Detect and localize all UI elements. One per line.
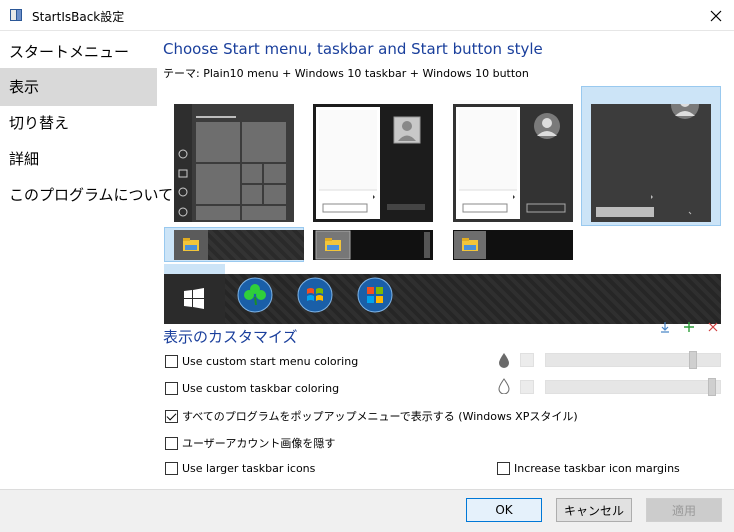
style-tools (659, 321, 719, 333)
clover-orb-start-button[interactable] (237, 277, 273, 313)
windows10-start-button[interactable] (164, 274, 225, 324)
larger-taskbar-icons-checkbox[interactable] (165, 462, 178, 475)
custom-taskbar-coloring-option[interactable]: Use custom taskbar coloring (165, 382, 339, 395)
folder-icon (315, 230, 351, 260)
sidebar-item-about[interactable]: このプログラムについて (0, 176, 173, 214)
custom-start-menu-coloring-label: Use custom start menu coloring (182, 355, 359, 368)
close-button[interactable] (698, 0, 734, 31)
show-desktop-button (424, 232, 430, 258)
custom-taskbar-coloring-checkbox[interactable] (165, 382, 178, 395)
custom-taskbar-coloring-label: Use custom taskbar coloring (182, 382, 340, 395)
taskbar-style-windows8[interactable] (453, 230, 573, 260)
app-icon (10, 9, 22, 21)
custom-start-menu-coloring-option[interactable]: Use custom start menu coloring (165, 355, 358, 368)
start-menu-style-plain8[interactable] (453, 104, 573, 222)
start-menu-style-plain10[interactable] (591, 104, 711, 222)
sidebar-item-start-menu[interactable]: スタートメニュー (0, 33, 157, 71)
window-title: StartIsBack設定 (32, 10, 125, 24)
increase-margins-label: Increase taskbar icon margins (514, 462, 680, 475)
add-icon[interactable] (683, 321, 695, 333)
taskbar-style-windows7[interactable] (313, 230, 433, 260)
apply-button[interactable]: 適用 (646, 498, 722, 522)
start-menu-style-windows7[interactable] (313, 104, 433, 222)
hide-user-picture-checkbox[interactable] (165, 436, 178, 450)
custom-start-menu-coloring-checkbox[interactable] (165, 355, 178, 368)
folder-icon (454, 231, 486, 259)
sidebar-item-advanced[interactable]: 詳細 (0, 140, 157, 178)
sidebar-item-switching[interactable]: 切り替え (0, 104, 157, 142)
start-menu-style-windows10[interactable] (174, 104, 294, 222)
close-icon (710, 10, 722, 21)
sidebar: スタートメニュー 表示 切り替え 詳細 このプログラムについて (0, 31, 173, 489)
customize-heading: 表示のカスタマイズ (163, 328, 298, 346)
start-menu-opacity-thumb[interactable] (689, 351, 698, 369)
download-icon[interactable] (659, 321, 671, 333)
folder-icon (174, 230, 208, 260)
larger-taskbar-icons-option[interactable]: Use larger taskbar icons (165, 462, 315, 475)
sidebar-item-appearance[interactable]: 表示 (0, 68, 157, 106)
page-title: Choose Start menu, taskbar and Start but… (163, 40, 543, 58)
start-menu-color-swatch[interactable] (520, 353, 534, 367)
increase-margins-option[interactable]: Increase taskbar icon margins (497, 462, 680, 475)
dialog-footer: OK キャンセル 適用 (0, 489, 734, 532)
ok-button[interactable]: OK (466, 498, 542, 522)
taskbar-color-swatch[interactable] (520, 380, 534, 394)
main-panel: Choose Start menu, taskbar and Start but… (157, 31, 734, 489)
empty-drop-icon (498, 378, 510, 394)
hide-user-picture-label: ユーザーアカウント画像を隠す (182, 437, 336, 450)
larger-taskbar-icons-label: Use larger taskbar icons (182, 462, 316, 475)
hide-user-picture-option[interactable]: ユーザーアカウント画像を隠す (165, 435, 335, 451)
taskbar-opacity-slider[interactable] (545, 380, 721, 394)
taskbar-style-windows10[interactable] (174, 230, 304, 260)
filled-drop-icon (499, 353, 509, 368)
all-programs-popup-checkbox[interactable] (165, 409, 178, 423)
theme-description: テーマ: Plain10 menu + Windows 10 taskbar +… (163, 67, 529, 80)
all-programs-popup-option[interactable]: すべてのプログラムをポップアップメニューで表示する (Windows XPスタイ… (165, 408, 578, 424)
all-programs-popup-label: すべてのプログラムをポップアップメニューで表示する (Windows XPスタイ… (182, 410, 578, 423)
taskbar-opacity-thumb[interactable] (707, 378, 716, 396)
title-bar: StartIsBack設定 (0, 0, 734, 31)
delete-icon[interactable] (707, 321, 719, 333)
windows7-orb-start-button[interactable] (297, 277, 333, 313)
windows-orb-start-button[interactable] (357, 277, 393, 313)
increase-margins-checkbox[interactable] (497, 462, 510, 475)
cancel-button[interactable]: キャンセル (556, 498, 632, 522)
